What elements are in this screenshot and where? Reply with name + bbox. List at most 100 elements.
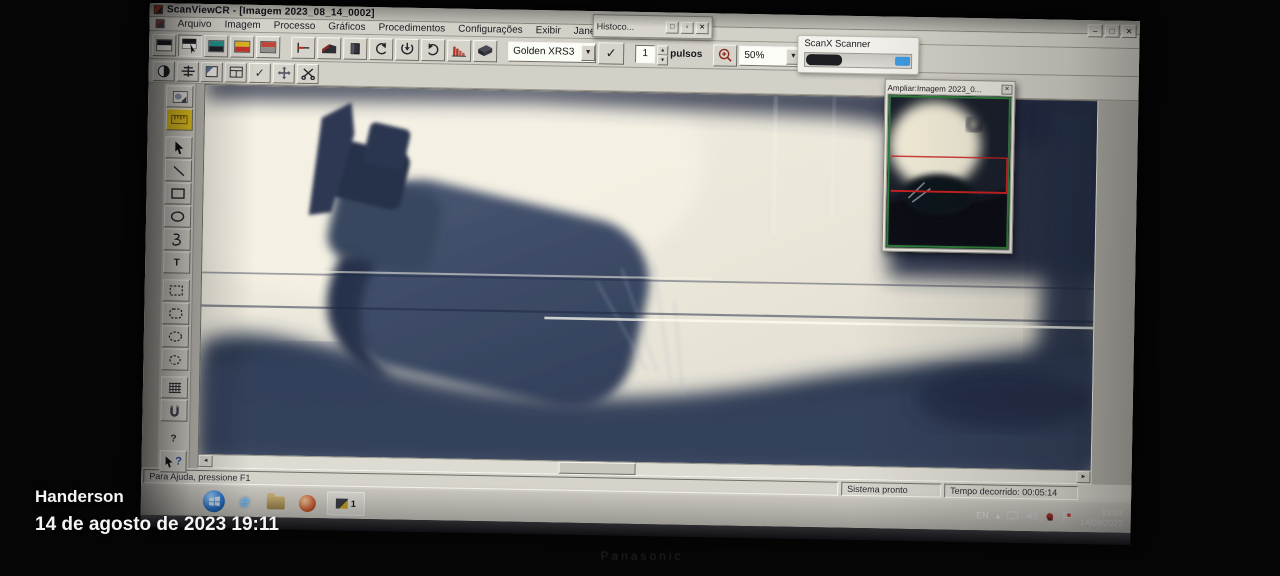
media-player-icon [298,494,315,511]
fill-square-button[interactable] [201,61,223,81]
close-button[interactable]: ✕ [1122,25,1137,38]
app-icon [154,5,163,14]
scrollbar-thumb[interactable] [558,462,636,475]
confirm-button[interactable]: ✓ [598,42,624,64]
grid-tool[interactable] [161,376,188,398]
scissors-icon [300,67,315,80]
toolbar-separator [282,36,289,58]
histogram-button[interactable] [447,39,471,61]
line-tool[interactable] [165,159,192,181]
status-gap [1081,486,1127,501]
levels-warm-button[interactable] [230,35,254,57]
measure-tool[interactable] [166,108,193,130]
fill-button[interactable] [317,37,341,59]
align-grid-button[interactable] [177,61,199,81]
magnifier-title: Ampliar:Imagem 2023_0... [887,83,999,94]
ellipse-tool[interactable] [164,205,191,227]
status-system-text: Sistema pronto [841,482,941,498]
magnifier-close-button[interactable]: ✕ [1001,85,1012,95]
scanner-progress-bar [804,52,912,69]
pan-move-button[interactable] [273,63,295,83]
language-indicator[interactable]: EN [976,510,989,520]
tray-clock[interactable]: 19:03 14/08/2023 [1080,507,1123,528]
histogram-restore-button[interactable]: ▫ [681,21,694,33]
scanview-taskbar-button[interactable]: 1 [327,491,365,516]
photo-of-monitor: ScanViewCR - [Imagem 2023_08_14_0002] – … [0,0,1280,576]
rectangle-icon [170,187,185,199]
restore-button[interactable]: □ [1105,24,1120,37]
menu-imagem[interactable]: Imagem [224,19,260,31]
levels-bw-button[interactable] [152,34,176,56]
apply-check-button[interactable]: ✓ [249,62,271,82]
menu-arquivo[interactable]: Arquivo [178,19,212,31]
lasso-icon [167,353,182,366]
magnifier-window[interactable]: Ampliar:Imagem 2023_0... ✕ [882,78,1016,253]
histogram-maximize-button[interactable]: □ [666,21,679,33]
rotate-right-button[interactable] [421,38,445,60]
select-rect-tool[interactable] [163,279,190,301]
document-icon [156,19,165,28]
crop-corner-button[interactable] [291,36,315,58]
minimize-button[interactable]: – [1088,24,1103,37]
contrast-button[interactable] [153,61,175,81]
menu-procedimentos[interactable]: Procedimentos [378,22,445,34]
card-button[interactable] [343,37,367,59]
bezel-brand-logo: Panasonic [532,549,752,563]
system-tray: EN ▴ 19:03 14/08/2023 [976,505,1123,528]
grid-icon [167,381,181,393]
window-layout-button[interactable] [225,62,247,82]
menu-processo[interactable]: Processo [274,20,316,32]
display-tray-icon[interactable] [1007,511,1019,521]
cassette-button[interactable] [473,39,497,61]
spin-down-icon[interactable]: ▼ [657,55,668,65]
levels-bw-pointer-button[interactable] [178,34,202,56]
speaker-tray-icon[interactable] [1026,511,1038,521]
pulses-stepper[interactable]: ▲ ▼ [657,45,668,63]
detector-select[interactable]: Golden XRS3 ▼ [508,41,596,63]
check-icon: ✓ [255,65,265,79]
text-tool[interactable]: T [163,251,190,273]
hidden-icons-chevron[interactable]: ▴ [996,510,1001,521]
scanview-mini-icon [336,498,348,508]
rotate-left-button[interactable] [369,38,393,60]
chevron-down-icon[interactable]: ▼ [581,44,595,60]
levels-teal-button[interactable] [204,35,228,57]
window-controls: – □ ✕ [1088,24,1137,38]
zoom-value: 50% [744,50,764,61]
context-help-button[interactable]: ? [159,450,186,472]
card-icon [348,41,362,55]
zoom-in-button[interactable] [713,44,737,66]
menu-configuracoes[interactable]: Configurações [458,24,523,36]
help-icon: ? [170,433,176,444]
tray-date: 14/08/2023 [1080,517,1123,528]
freehand-tool[interactable] [163,228,190,250]
magnet-tool[interactable] [160,399,187,421]
pointer-tool[interactable] [165,136,192,158]
spin-up-icon[interactable]: ▲ [657,45,668,55]
pulses-input[interactable]: 1 [635,44,655,62]
lasso-tool[interactable] [161,348,188,370]
image-preview-icon [172,90,188,103]
scroll-right-icon[interactable]: ► [1076,471,1090,483]
levels-teal-icon [208,40,224,52]
action-center-flag-icon[interactable] [1062,512,1073,522]
preview-tool[interactable] [166,85,193,107]
menu-exibir[interactable]: Exibir [536,25,561,36]
zoom-select[interactable]: 50% ▼ [739,45,801,66]
thumbnail-image [886,95,1012,250]
select-ellipse-tool[interactable] [162,325,189,347]
histogram-window[interactable]: Histoco... □ ▫ ✕ [592,14,712,39]
status-elapsed-text: Tempo decorrido: 00:05:14 [944,484,1078,500]
histogram-close-button[interactable]: ✕ [696,22,709,34]
media-player-button[interactable] [296,492,318,514]
rectangle-tool[interactable] [164,182,191,204]
scroll-left-icon[interactable]: ◄ [199,455,213,467]
magnifier-thumbnail[interactable] [885,94,1013,251]
flip-vertical-button[interactable] [395,38,419,60]
levels-red-button[interactable] [256,35,280,57]
help-button[interactable]: ? [160,427,187,449]
cut-button[interactable] [297,63,319,83]
device-status-tray-icon[interactable] [1045,511,1055,521]
select-rounded-tool[interactable] [162,302,189,324]
menu-graficos[interactable]: Gráficos [328,21,365,33]
